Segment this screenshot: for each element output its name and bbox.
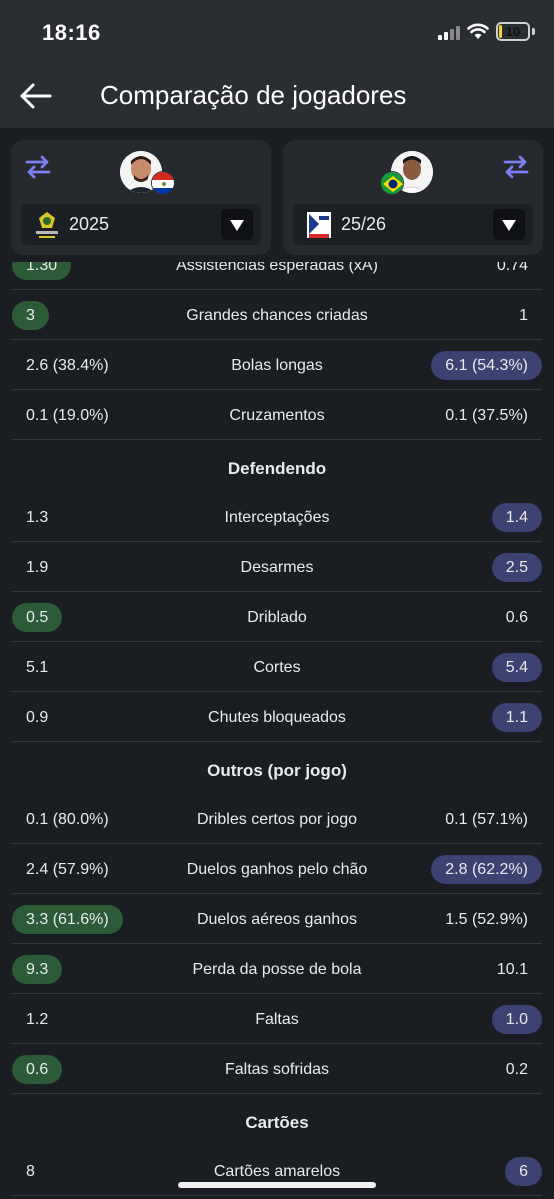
swap-icon[interactable] xyxy=(501,152,531,182)
right-player-value: 1.1 xyxy=(491,703,542,732)
section-title-defending: Defendendo xyxy=(227,459,327,478)
left-player-value: 2.6 (38.4%) xyxy=(26,357,109,374)
stat-row: 9.3 Perda da posse de bola 10.1 xyxy=(12,944,542,994)
stat-label: Desarmes xyxy=(240,559,314,576)
left-player-value: 0.6 xyxy=(12,1055,63,1084)
home-indicator[interactable] xyxy=(178,1182,376,1188)
left-player-value: 1.2 xyxy=(26,1011,49,1028)
section-title-others: Outros (por jogo) xyxy=(207,761,347,780)
season-select-right[interactable]: 25/26 xyxy=(293,204,533,245)
stat-row: 1.9 Desarmes 2.5 xyxy=(12,542,542,592)
stat-label: Faltas xyxy=(255,1011,299,1028)
left-player-value: 3.3 (61.6%) xyxy=(12,905,123,934)
stat-row: 5.1 Cortes 5.4 xyxy=(12,642,542,692)
season-select-left[interactable]: 2025 xyxy=(21,204,261,245)
stat-row: 0.6 Faltas sofridas 0.2 xyxy=(12,1044,542,1094)
stats-content: 1.30 Assistências esperadas (xA) 0.74 3 Gran… xyxy=(0,262,554,1196)
section-title-cards: Cartões xyxy=(245,1113,309,1132)
stat-label: Chutes bloqueados xyxy=(208,709,346,726)
left-player-value: 0.5 xyxy=(12,603,63,632)
stat-row: 0.1 (80.0%) Dribles certos por jogo 0.1 (5… xyxy=(12,794,542,844)
left-player-value: 9.3 xyxy=(12,955,63,984)
brasileirao-logo xyxy=(36,212,58,238)
left-player-value: 0.1 (80.0%) xyxy=(26,811,109,828)
stat-row: 1.2 Faltas 1.0 xyxy=(12,994,542,1044)
left-player-value: 1.30 xyxy=(12,262,72,280)
right-player-value: 6.1 (54.3%) xyxy=(431,351,542,380)
left-player-value: 2.4 (57.9%) xyxy=(26,861,109,878)
season-label: 2025 xyxy=(69,214,110,234)
stat-row: 0.9 Chutes bloqueados 1.1 xyxy=(12,692,542,742)
stat-row: 1.3 Interceptações 1.4 xyxy=(12,492,542,542)
stat-label: Interceptações xyxy=(224,509,330,526)
paraguay-flag-icon xyxy=(151,171,175,195)
right-player-value: 1 xyxy=(519,307,528,324)
swap-icon[interactable] xyxy=(23,152,53,182)
stat-label: Grandes chances criadas xyxy=(186,307,368,324)
stat-row: 3 Grandes chances criadas 1 xyxy=(12,290,542,340)
player-selector-band: 2025 25/26 xyxy=(0,128,554,262)
cellular-signal-icon xyxy=(438,26,460,40)
left-player-value: 0.1 (19.0%) xyxy=(26,407,109,424)
right-player-value: 1.5 (52.9%) xyxy=(445,911,528,928)
right-player-value: 2.5 xyxy=(491,553,542,582)
liga-portugal-logo xyxy=(307,212,331,238)
right-player-value: 1.4 xyxy=(491,503,542,532)
battery-cap xyxy=(532,28,535,35)
stat-row: 1.30 Assistências esperadas (xA) 0.74 xyxy=(12,262,542,290)
status-bar: 18:16 10 xyxy=(0,0,554,64)
player-card-left[interactable]: 2025 xyxy=(11,140,271,255)
stat-label: Cortes xyxy=(253,659,301,676)
player-card-right[interactable]: 25/26 xyxy=(283,140,543,255)
right-player-value: 10.1 xyxy=(496,961,528,978)
left-player-value: 1.9 xyxy=(26,559,49,576)
header: Comparação de jogadores xyxy=(0,64,554,128)
right-player-value: 6 xyxy=(505,1157,542,1186)
stat-row: 0.5 Driblado 0.6 xyxy=(12,592,542,642)
arrow-left-icon[interactable] xyxy=(18,82,52,110)
right-player-value: 1.0 xyxy=(491,1005,542,1034)
left-player-value: 5.1 xyxy=(26,659,49,676)
left-player-value: 1.3 xyxy=(26,509,49,526)
season-label: 25/26 xyxy=(341,214,387,234)
stat-row: 2.6 (38.4%) Bolas longas 6.1 (54.3%) xyxy=(12,340,542,390)
stat-label: Perda da posse de bola xyxy=(192,961,362,978)
left-player-value: 0.9 xyxy=(26,709,49,726)
battery-percentage: 10 xyxy=(505,24,521,39)
stat-row: 3.3 (61.6%) Duelos aéreos ganhos 1.5 (52.9… xyxy=(12,894,542,944)
wifi-icon xyxy=(467,23,489,39)
brazil-flag-icon xyxy=(380,171,404,195)
chevron-down-icon[interactable] xyxy=(493,209,525,240)
chevron-down-icon[interactable] xyxy=(221,209,253,240)
stat-label: Faltas sofridas xyxy=(224,1061,330,1078)
right-player-value: 0.1 (37.5%) xyxy=(445,407,528,424)
battery-icon: 10 xyxy=(496,22,530,41)
right-player-value: 0.1 (57.1%) xyxy=(445,811,528,828)
stat-row: 0.1 (19.0%) Cruzamentos 0.1 (37.5%) xyxy=(12,390,542,440)
stat-row: 2.4 (57.9%) Duelos ganhos pelo chão 2.8 (6… xyxy=(12,844,542,894)
stat-label: Assistências esperadas (xA) xyxy=(176,262,378,274)
status-time: 18:16 xyxy=(42,20,101,45)
right-player-value: 0.6 xyxy=(505,609,528,626)
stats-list[interactable]: 1.30 Assistências esperadas (xA) 0.74 3 Gran… xyxy=(0,262,554,1199)
left-player-value: 3 xyxy=(12,301,49,330)
right-player-value: 0.2 xyxy=(505,1061,528,1078)
right-player-value: 0.74 xyxy=(496,262,528,274)
stat-row: 8 Cartões amarelos 6 xyxy=(12,1146,542,1196)
stat-label: Driblado xyxy=(247,609,307,626)
page-title: Comparação de jogadores xyxy=(100,80,407,110)
right-player-value: 2.8 (62.2%) xyxy=(431,855,542,884)
left-player-value: 8 xyxy=(26,1163,35,1180)
right-player-value: 5.4 xyxy=(491,653,542,682)
